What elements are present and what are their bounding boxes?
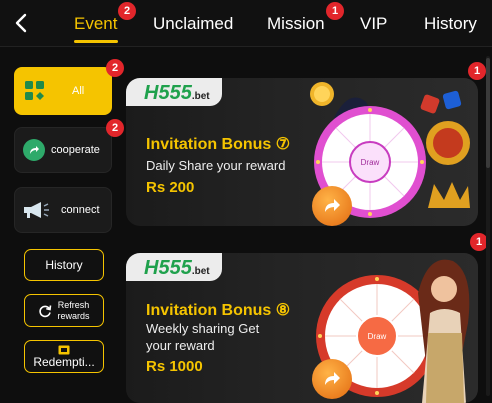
wheel-center-label: Draw xyxy=(361,158,380,167)
woman-character-illustration xyxy=(418,259,470,403)
promo-amount: Rs 1000 xyxy=(146,358,203,375)
category-connect[interactable]: connect xyxy=(14,187,112,233)
tab-history[interactable]: History xyxy=(424,14,477,34)
promo-title: Invitation Bonus ⑦ xyxy=(146,136,291,153)
grid-icon xyxy=(25,81,44,100)
tab-mission-badge: 1 xyxy=(326,2,344,20)
header-divider xyxy=(0,46,492,47)
tab-unclaimed[interactable]: Unclaimed xyxy=(153,14,233,34)
scrollbar-thumb[interactable] xyxy=(486,58,490,168)
top-nav-bar: Event 2 Unclaimed Mission 1 VIP History xyxy=(0,0,492,46)
promo-subtitle: Daily Share your reward xyxy=(146,158,286,173)
category-cooperate[interactable]: cooperate xyxy=(14,127,112,173)
tab-event[interactable]: Event xyxy=(74,14,117,34)
promo-title: Invitation Bonus ⑧ xyxy=(146,302,291,319)
curved-arrow-icon xyxy=(325,372,340,385)
tab-mission[interactable]: Mission xyxy=(267,14,325,34)
promo-banner-weekly[interactable]: H555.bet Invitation Bonus ⑧ Weekly shari… xyxy=(126,253,478,403)
category-cooperate-badge: 2 xyxy=(106,119,124,137)
promo-subtitle-line2: your reward xyxy=(146,338,215,353)
tab-event-badge: 2 xyxy=(118,2,136,20)
refresh-icon xyxy=(39,304,52,317)
brand-logo: H555.bet xyxy=(126,78,222,106)
banner-daily-badge: 1 xyxy=(468,62,486,80)
active-tab-indicator xyxy=(74,40,118,43)
share-arrow-button[interactable] xyxy=(312,359,352,399)
redemption-button[interactable]: Redempti... xyxy=(24,340,104,373)
curved-arrow-icon xyxy=(325,199,340,212)
share-icon xyxy=(23,139,45,161)
redemption-label: Redempti... xyxy=(33,355,95,369)
back-arrow-icon[interactable] xyxy=(10,10,34,36)
category-cooperate-label: cooperate xyxy=(51,144,100,156)
promo-subtitle-line1: Weekly sharing Get xyxy=(146,321,260,336)
ticket-icon xyxy=(58,345,70,355)
category-all-badge: 2 xyxy=(106,59,124,77)
share-arrow-button[interactable] xyxy=(312,186,352,226)
refresh-label-line1: Refresh xyxy=(57,299,90,310)
history-button-label: History xyxy=(45,258,83,272)
history-button[interactable]: History xyxy=(24,249,104,281)
category-all[interactable]: All xyxy=(14,67,112,115)
category-all-label: All xyxy=(72,85,85,97)
brand-logo: H555.bet xyxy=(126,253,222,281)
megaphone-icon xyxy=(24,202,49,218)
promo-banner-daily[interactable]: H555.bet Invitation Bonus ⑦ Daily Share … xyxy=(126,78,478,226)
decorative-tiger-crown xyxy=(420,90,470,208)
promo-amount: Rs 200 xyxy=(146,179,195,196)
category-connect-label: connect xyxy=(61,204,100,216)
tab-vip[interactable]: VIP xyxy=(360,14,387,34)
wheel-center-label: Draw xyxy=(368,332,387,341)
refresh-label-line2: rewards xyxy=(57,310,90,321)
refresh-rewards-button[interactable]: Refresh rewards xyxy=(24,294,104,327)
